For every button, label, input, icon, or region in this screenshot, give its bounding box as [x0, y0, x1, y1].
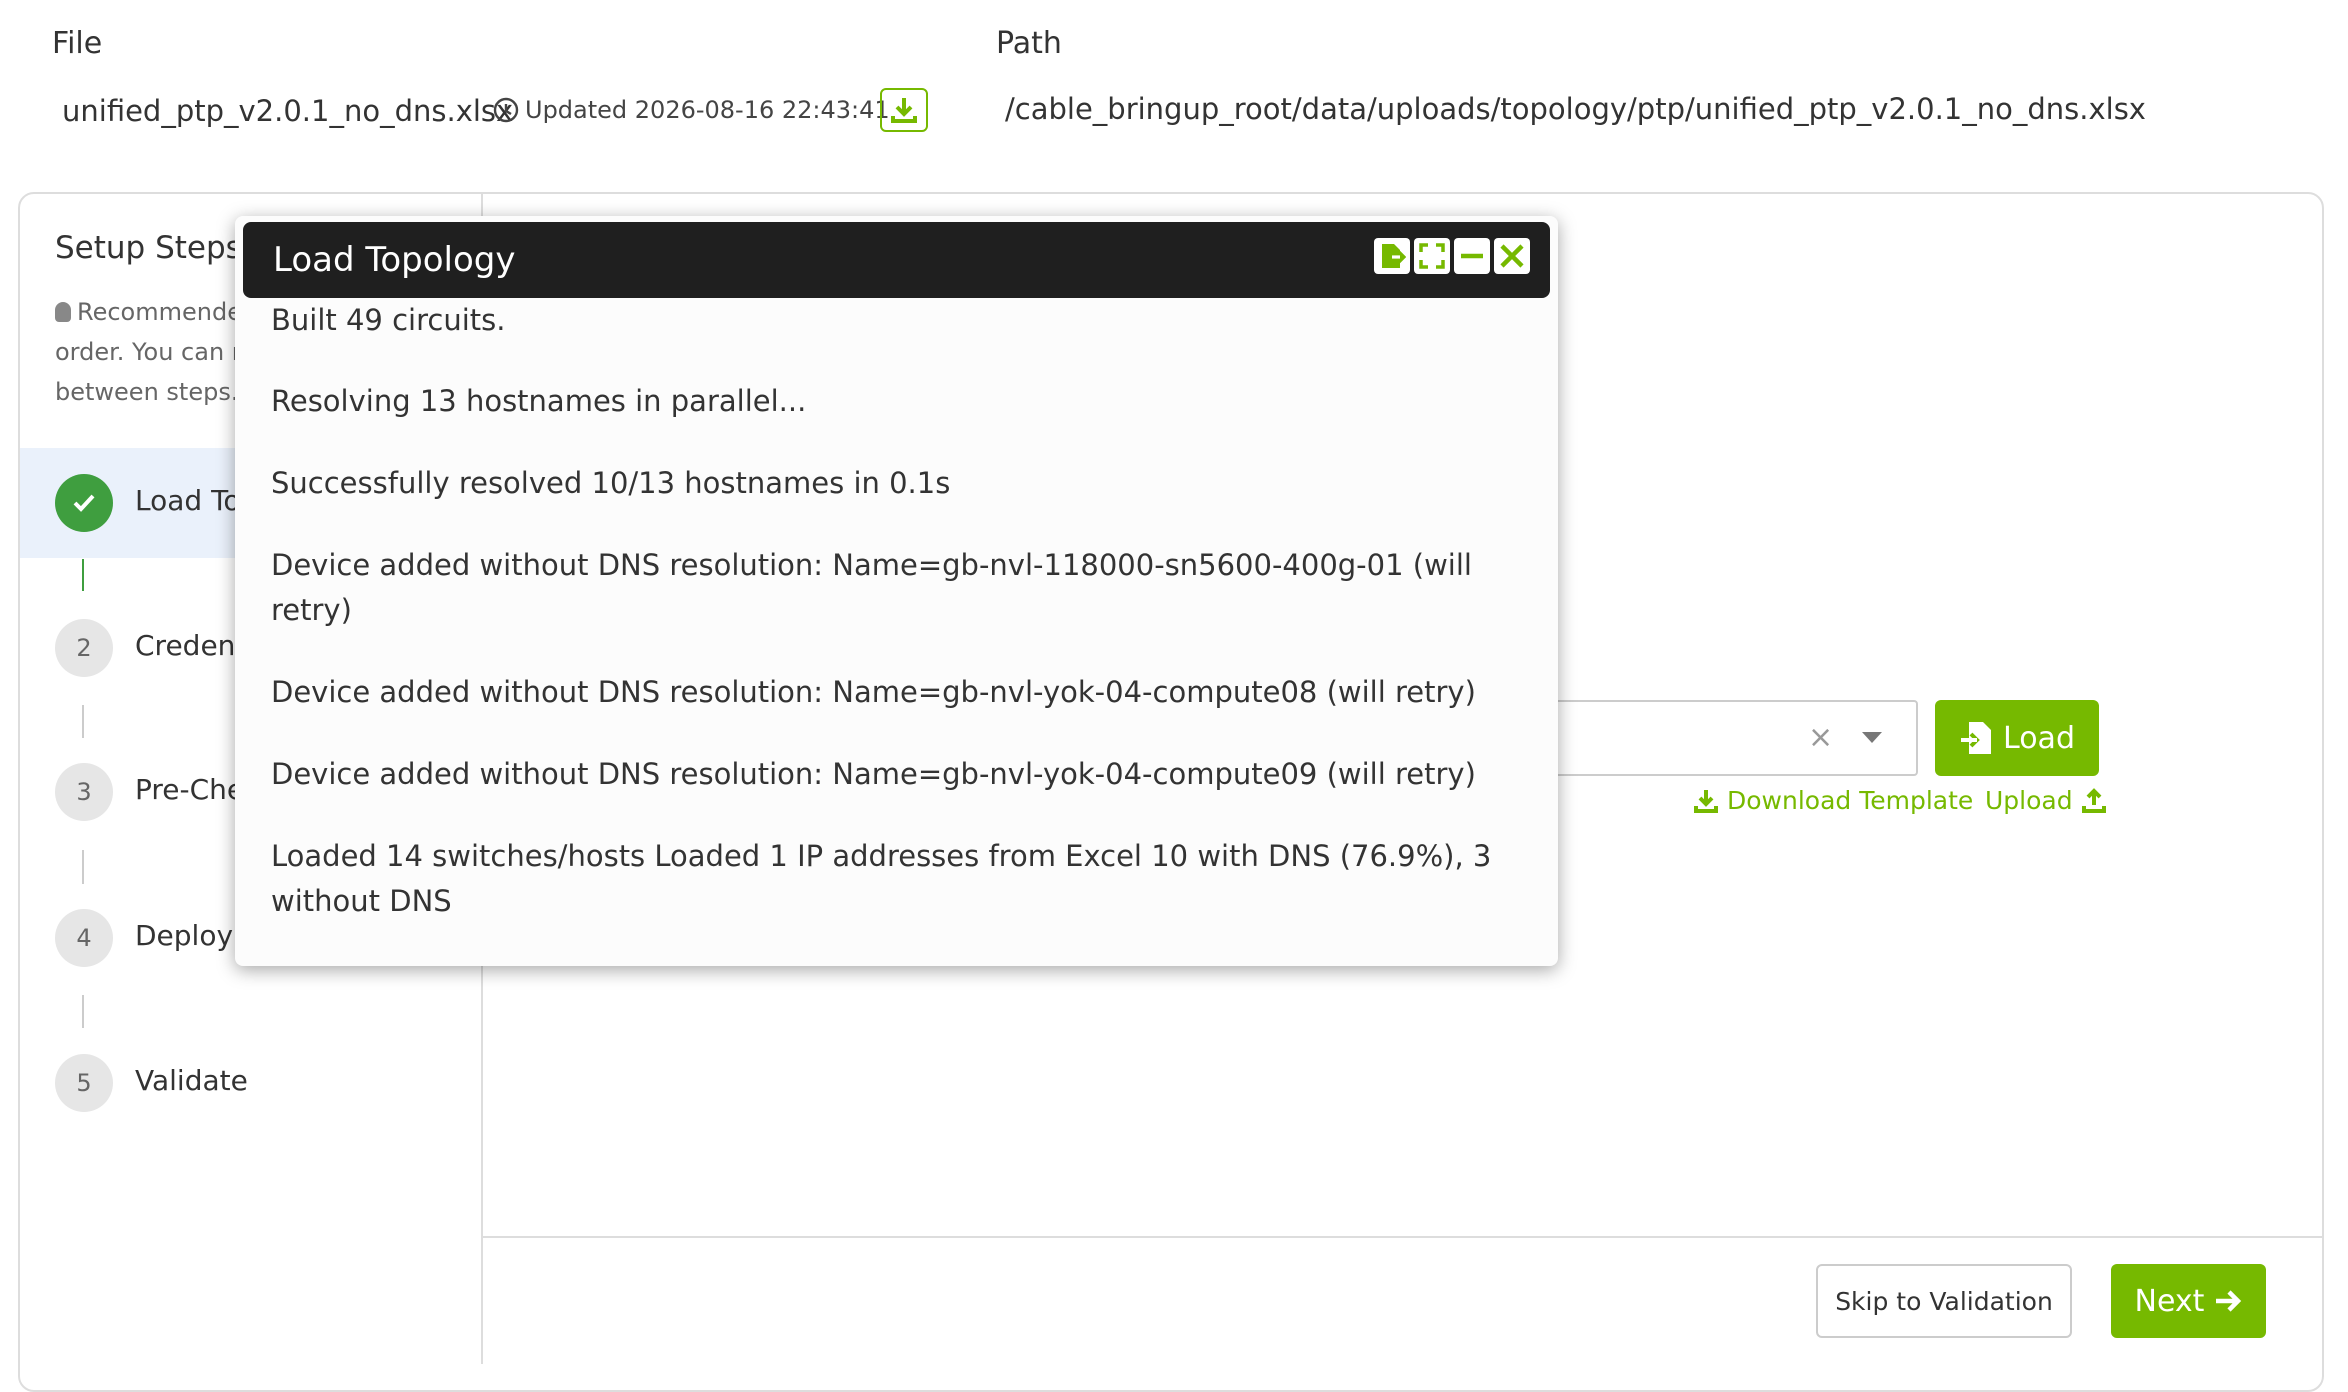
export-icon: [1382, 244, 1406, 268]
path-value: /cable_bringup_root/data/uploads/topolog…: [1005, 92, 2146, 126]
footer-divider: [483, 1236, 2324, 1238]
download-template-label: Download Template: [1727, 786, 1974, 815]
chevron-down-icon[interactable]: [1862, 732, 1882, 743]
step-4-circle[interactable]: 4: [55, 909, 113, 967]
minimize-button[interactable]: [1454, 238, 1490, 274]
log-line: Successfully resolved 10/13 hostnames in…: [271, 466, 951, 500]
minimize-icon: [1461, 253, 1483, 259]
arrow-right-icon: [2216, 1290, 2242, 1312]
file-import-icon: [1961, 722, 1992, 754]
download-icon: [891, 98, 917, 123]
check-icon: [73, 494, 95, 512]
log-line: Resolving 13 hostnames in parallel...: [271, 384, 807, 418]
step-2-label[interactable]: Credent: [135, 629, 246, 662]
setup-steps-title: Setup Steps: [55, 230, 242, 266]
lightbulb-icon: [55, 302, 71, 322]
log-line: Device added without DNS resolution: Nam…: [271, 757, 1476, 791]
step-connector: [82, 850, 84, 884]
file-label: File: [52, 26, 103, 61]
load-label: Load: [2003, 720, 2075, 756]
step-connector: [82, 559, 84, 591]
modal-header[interactable]: Load Topology: [243, 222, 1550, 298]
load-button[interactable]: Load: [1935, 700, 2099, 776]
skip-to-validation-button[interactable]: Skip to Validation: [1816, 1264, 2072, 1338]
next-button[interactable]: Next: [2111, 1264, 2266, 1338]
log-line: Loaded 14 switches/hosts Loaded 1 IP add…: [271, 839, 1492, 918]
log-line: Device added without DNS resolution: Nam…: [271, 675, 1476, 709]
step-1-label[interactable]: Load To: [135, 484, 241, 517]
export-button[interactable]: [1374, 238, 1410, 274]
updated-timestamp: Updated 2026-08-16 22:43:41: [493, 96, 890, 124]
upload-label: Upload: [1985, 786, 2073, 815]
modal-log: Built 49 circuits. Resolving 13 hostname…: [271, 298, 1541, 961]
close-icon: [1500, 244, 1524, 268]
close-button[interactable]: [1494, 238, 1530, 274]
step-3-label[interactable]: Pre-Che: [135, 773, 244, 806]
log-line: Built 49 circuits.: [271, 303, 506, 337]
modal-title: Load Topology: [273, 240, 516, 280]
download-template-link[interactable]: Download Template: [1693, 786, 1973, 815]
download-file-button[interactable]: [880, 88, 928, 132]
upload-link[interactable]: Upload: [1985, 786, 2107, 815]
step-2-circle[interactable]: 2: [55, 619, 113, 677]
step-5-circle[interactable]: 5: [55, 1054, 113, 1112]
clock-icon: [493, 97, 519, 123]
file-name: unified_ptp_v2.0.1_no_dns.xlsx: [62, 94, 514, 128]
expand-icon: [1419, 243, 1445, 269]
hint-line-1: Recommende: [77, 298, 242, 326]
step-connector: [82, 705, 84, 738]
download-icon: [1694, 789, 1718, 813]
clear-icon[interactable]: ×: [1808, 720, 1833, 755]
updated-text: Updated 2026-08-16 22:43:41: [525, 96, 890, 124]
step-3-circle[interactable]: 3: [55, 763, 113, 821]
step-connector: [82, 995, 84, 1028]
step-1-circle[interactable]: [55, 474, 113, 532]
next-label: Next: [2134, 1283, 2205, 1319]
upload-icon: [2081, 787, 2106, 813]
path-label: Path: [996, 26, 1062, 61]
expand-button[interactable]: [1414, 238, 1450, 274]
log-line: Device added without DNS resolution: Nam…: [271, 548, 1472, 627]
load-topology-modal: Load Topology Built 49 circuits. Resolvi…: [235, 216, 1558, 966]
modal-toolbar: [1374, 238, 1530, 274]
step-5-label[interactable]: Validate: [135, 1064, 248, 1097]
